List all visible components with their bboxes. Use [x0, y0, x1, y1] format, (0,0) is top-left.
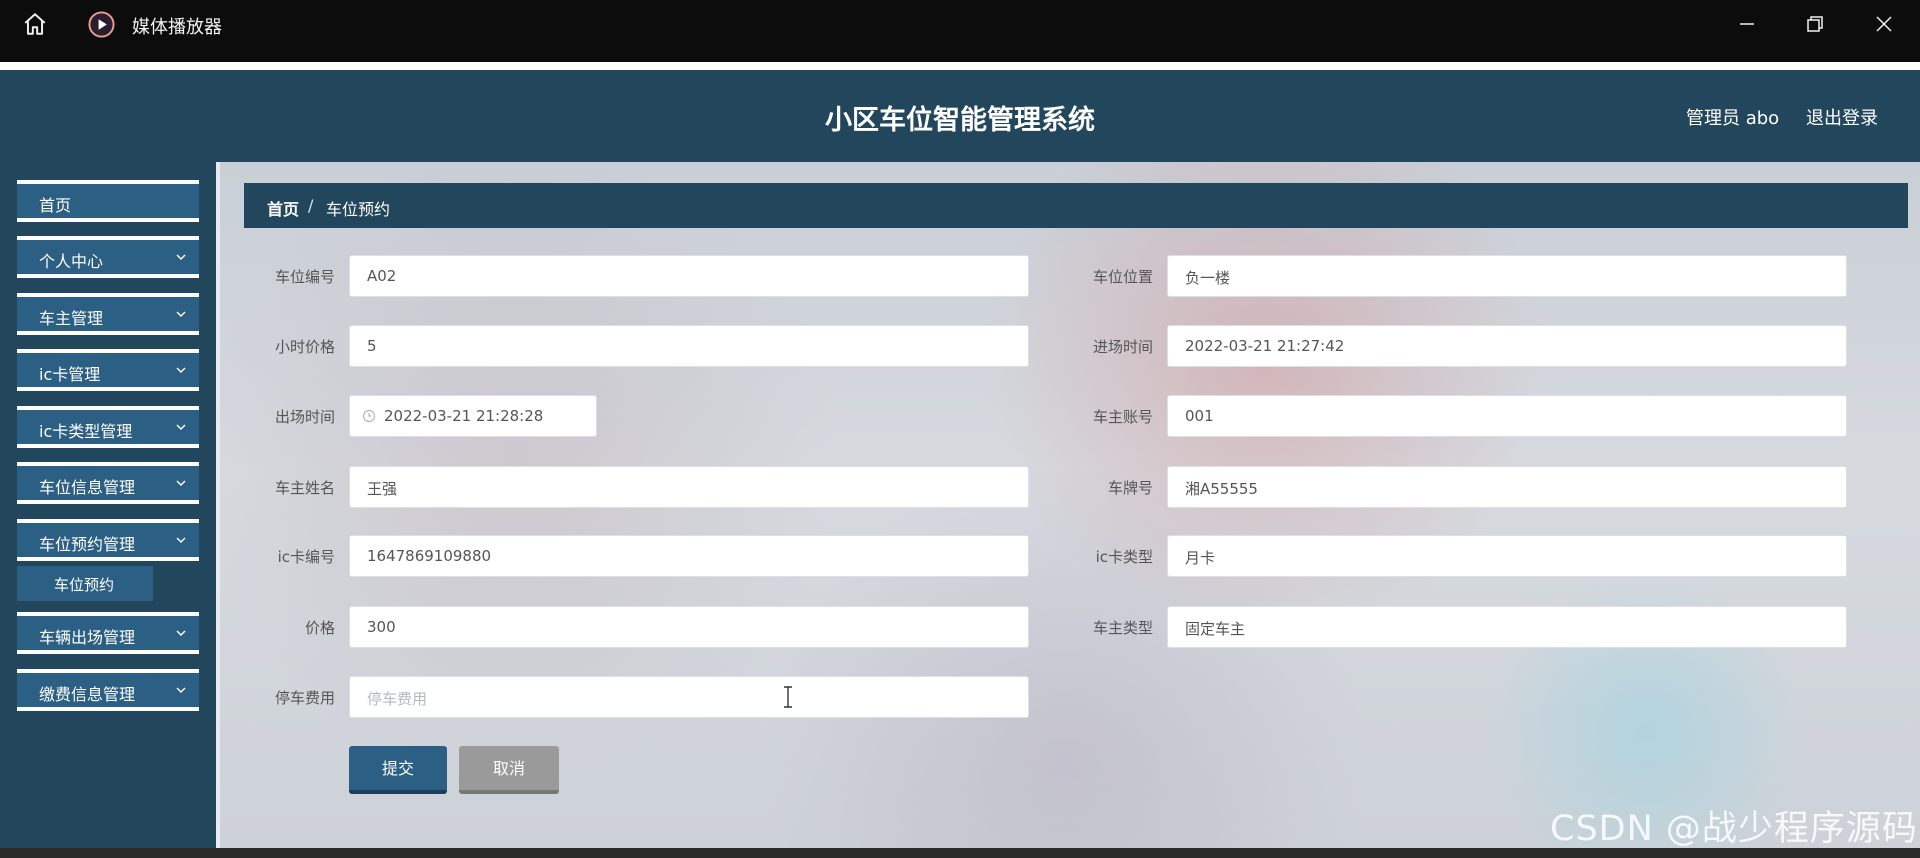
- logout-link[interactable]: 退出登录: [1806, 104, 1878, 130]
- sidebar-item-payment-info-management[interactable]: 缴费信息管理: [17, 669, 199, 711]
- ic-card-type-label: ic卡类型: [1095, 548, 1153, 566]
- plate-number-value: 湘A55555: [1185, 480, 1258, 498]
- sidebar-item-home[interactable]: 首页: [17, 180, 199, 222]
- close-icon[interactable]: [1872, 12, 1896, 36]
- breadcrumb-separator: /: [308, 196, 314, 215]
- chevron-down-icon: [176, 254, 186, 261]
- plate-number-label: 车牌号: [1107, 479, 1153, 497]
- owner-type-input[interactable]: 固定车主: [1167, 606, 1847, 648]
- sidebar-item-parking-reservation-management[interactable]: 车位预约管理: [17, 519, 199, 561]
- breadcrumb: 首页 / 车位预约: [244, 183, 1908, 228]
- minimize-icon[interactable]: [1735, 12, 1759, 36]
- hourly-price-label: 小时价格: [274, 338, 335, 356]
- parking-fee-input[interactable]: 停车费用: [349, 676, 1029, 718]
- space-location-input[interactable]: 负一楼: [1167, 255, 1847, 297]
- bottom-bar: [0, 848, 1920, 858]
- space-number-value: A02: [367, 267, 397, 285]
- ic-card-number-label: ic卡编号: [277, 548, 335, 566]
- sidebar-item-label: 车辆出场管理: [39, 628, 136, 647]
- chevron-down-icon: [176, 480, 186, 487]
- ic-card-number-value: 1647869109880: [367, 547, 492, 565]
- cancel-button[interactable]: 取消: [459, 746, 559, 794]
- watermark: CSDN @战少程序源码: [1550, 809, 1918, 849]
- chevron-down-icon: [176, 311, 186, 318]
- space-number-input[interactable]: A02: [349, 255, 1029, 297]
- owner-account-label: 车主账号: [1092, 408, 1153, 426]
- owner-name-input[interactable]: 王强: [349, 466, 1029, 508]
- text-cursor-icon: [784, 686, 792, 708]
- breadcrumb-current: 车位预约: [326, 200, 391, 219]
- owner-account-input[interactable]: 001: [1167, 395, 1847, 437]
- ic-card-number-input[interactable]: 1647869109880: [349, 535, 1029, 577]
- chevron-down-icon: [176, 687, 186, 694]
- parking-fee-placeholder: 停车费用: [367, 690, 428, 708]
- price-label: 价格: [304, 619, 335, 637]
- clock-icon: [362, 409, 376, 423]
- sidebar-item-label: 车位信息管理: [39, 478, 136, 497]
- sidebar-item-label: 车主管理: [39, 309, 104, 328]
- space-location-value: 负一楼: [1185, 269, 1231, 287]
- entry-time-label: 进场时间: [1092, 338, 1153, 356]
- content-divider: [216, 162, 220, 848]
- owner-type-value: 固定车主: [1185, 620, 1246, 638]
- sidebar-item-parking-info-management[interactable]: 车位信息管理: [17, 462, 199, 504]
- app-title: 小区车位智能管理系统: [825, 105, 1095, 136]
- home-icon[interactable]: [22, 11, 48, 37]
- window-strip: [0, 48, 1920, 62]
- sidebar-item-ic-card-management[interactable]: ic卡管理: [17, 349, 199, 391]
- sidebar-item-label: 缴费信息管理: [39, 685, 136, 704]
- chevron-down-icon: [176, 367, 186, 374]
- price-input[interactable]: 300: [349, 606, 1029, 648]
- space-number-label: 车位编号: [274, 268, 335, 286]
- sidebar-subitem-parking-reservation[interactable]: 车位预约: [17, 566, 153, 601]
- space-location-label: 车位位置: [1092, 268, 1153, 286]
- owner-name-value: 王强: [367, 480, 398, 498]
- ic-card-type-value: 月卡: [1185, 549, 1216, 567]
- sidebar-item-owner-management[interactable]: 车主管理: [17, 293, 199, 335]
- sidebar-item-label: 车位预约管理: [39, 535, 136, 554]
- price-value: 300: [367, 618, 396, 636]
- plate-number-input[interactable]: 湘A55555: [1167, 466, 1847, 508]
- sidebar-subitem-label: 车位预约: [54, 576, 115, 594]
- sidebar-item-label: 个人中心: [39, 252, 104, 271]
- ic-card-type-input[interactable]: 月卡: [1167, 535, 1847, 577]
- exit-time-label: 出场时间: [274, 408, 335, 426]
- sidebar-item-personal-center[interactable]: 个人中心: [17, 236, 199, 278]
- owner-name-label: 车主姓名: [274, 479, 335, 497]
- exit-time-input[interactable]: 2022-03-21 21:28:28: [349, 395, 597, 437]
- hourly-price-value: 5: [367, 337, 377, 355]
- breadcrumb-home[interactable]: 首页: [267, 196, 299, 220]
- restore-icon[interactable]: [1803, 12, 1827, 36]
- parking-fee-label: 停车费用: [274, 689, 335, 707]
- sidebar-item-label: ic卡管理: [39, 365, 101, 384]
- window-strip-light: [0, 62, 1920, 70]
- submit-button[interactable]: 提交: [349, 746, 447, 794]
- sidebar-item-label: 首页: [39, 196, 72, 215]
- chevron-down-icon: [176, 537, 186, 544]
- exit-time-value: 2022-03-21 21:28:28: [384, 407, 544, 425]
- chevron-down-icon: [176, 630, 186, 637]
- admin-name: 管理员 abo: [1686, 108, 1780, 129]
- window-title-bar: 媒体播放器: [0, 0, 1920, 48]
- sidebar-item-label: ic卡类型管理: [39, 422, 133, 441]
- entry-time-value: 2022-03-21 21:27:42: [1185, 337, 1345, 355]
- app-header: 小区车位智能管理系统 管理员 abo 退出登录: [0, 70, 1920, 162]
- sidebar-item-vehicle-exit-management[interactable]: 车辆出场管理: [17, 612, 199, 654]
- sidebar-item-ic-card-type-management[interactable]: ic卡类型管理: [17, 406, 199, 448]
- chevron-down-icon: [176, 424, 186, 431]
- entry-time-input[interactable]: 2022-03-21 21:27:42: [1167, 325, 1847, 367]
- owner-type-label: 车主类型: [1092, 619, 1153, 637]
- hourly-price-input[interactable]: 5: [349, 325, 1029, 367]
- window-title: 媒体播放器: [132, 17, 222, 38]
- owner-account-value: 001: [1185, 407, 1214, 425]
- media-player-icon: [88, 11, 115, 38]
